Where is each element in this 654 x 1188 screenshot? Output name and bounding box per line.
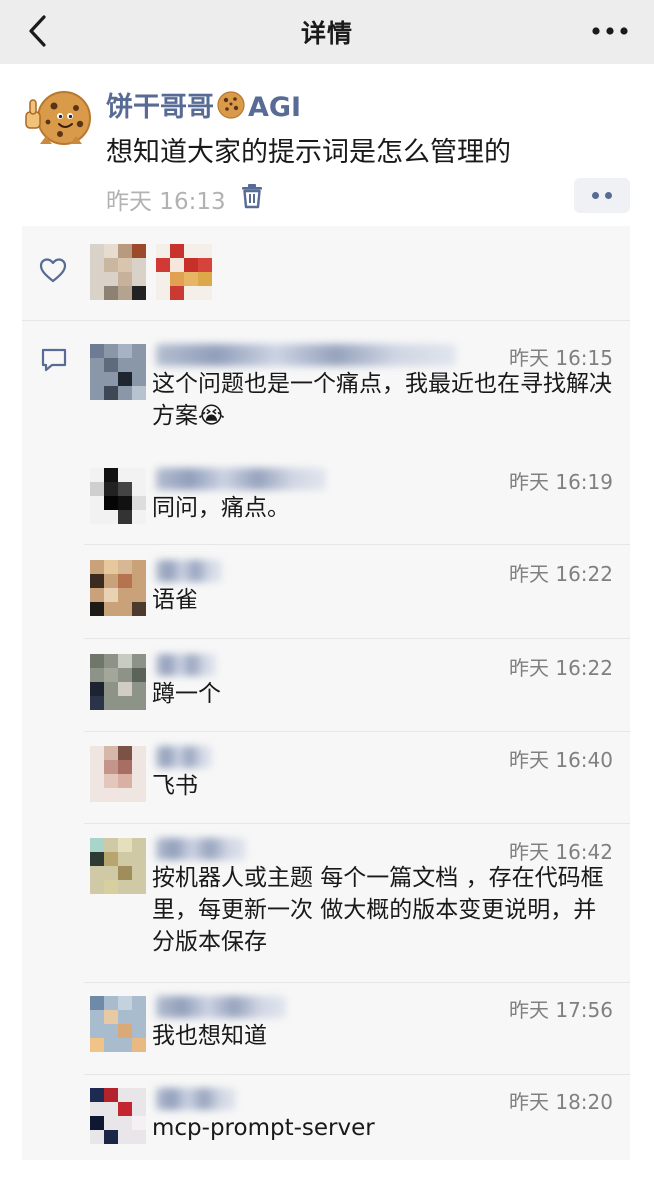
cookie-icon <box>217 91 245 119</box>
commenter-name-blurred <box>156 560 222 582</box>
poster-name[interactable]: 饼干哥哥 AGI <box>106 85 301 124</box>
commenter-avatar[interactable] <box>90 1088 146 1144</box>
liker-avatar[interactable] <box>156 244 212 300</box>
comment-divider <box>84 823 630 824</box>
comment-bubble-icon <box>41 348 67 372</box>
commenter-name-blurred <box>156 344 456 366</box>
comment-timestamp: 昨天 16:42 <box>509 840 613 864</box>
comment-timestamp: 昨天 16:15 <box>509 346 613 370</box>
commenter-avatar[interactable] <box>90 996 146 1052</box>
comment-item[interactable]: 昨天 16:19 同问，痛点。 <box>84 468 630 528</box>
comment-divider <box>84 638 630 639</box>
comment-text: 蹲一个 <box>152 681 221 707</box>
post-timestamp: 昨天 16:13 <box>106 189 226 215</box>
commenter-avatar[interactable] <box>90 838 146 894</box>
comment-timestamp: 昨天 18:20 <box>509 1090 613 1114</box>
comment-divider <box>84 982 630 983</box>
comment-text: 我也想知道 <box>152 1023 267 1049</box>
comment-item[interactable]: 昨天 16:40 飞书 <box>84 746 630 806</box>
comment-timestamp: 昨天 17:56 <box>509 998 613 1022</box>
comment-item[interactable]: 昨天 18:20 mcp-prompt-server <box>84 1088 630 1148</box>
more-dots-icon <box>592 27 628 35</box>
commenter-avatar[interactable] <box>90 746 146 802</box>
commenter-avatar[interactable] <box>90 468 146 524</box>
poster-name-prefix: 饼干哥哥 <box>106 92 214 123</box>
comment-text: 语雀 <box>152 587 198 613</box>
comment-timestamp: 昨天 16:22 <box>509 656 613 680</box>
commenter-avatar[interactable] <box>90 560 146 616</box>
comment-text: 按机器人或主题 每个一篇文档 ，存在代码框里，每更新一次 做大概的版本变更说明，… <box>152 865 604 955</box>
comment-item[interactable]: 昨天 16:15 这个问题也是一个痛点，我最近也在寻找解决方案😭 <box>84 344 630 454</box>
nav-bar: 详情 <box>0 0 654 64</box>
comment-text: mcp-prompt-server <box>152 1115 375 1141</box>
two-dots-icon-right <box>605 192 612 199</box>
two-dots-icon-left <box>592 192 599 199</box>
comment-text: 飞书 <box>152 773 198 799</box>
comment-timestamp: 昨天 16:22 <box>509 562 613 586</box>
trash-icon <box>242 184 262 209</box>
comment-timestamp: 昨天 16:19 <box>509 470 613 494</box>
commenter-name-blurred <box>156 838 246 860</box>
page-title: 详情 <box>300 19 353 48</box>
comment-item[interactable]: 昨天 16:22 语雀 <box>84 560 630 620</box>
commenter-name-blurred <box>156 468 326 490</box>
comment-item[interactable]: 昨天 16:22 蹲一个 <box>84 654 630 714</box>
commenter-name-blurred <box>156 996 286 1018</box>
comment-text: 同问，痛点。 <box>152 495 290 521</box>
commenter-name-blurred <box>156 654 216 676</box>
post-text: 想知道大家的提示词是怎么管理的 <box>106 137 511 168</box>
liker-avatar[interactable] <box>90 244 146 300</box>
commenter-avatar[interactable] <box>90 654 146 710</box>
bottom-input-area <box>0 1160 654 1188</box>
comment-timestamp: 昨天 16:40 <box>509 748 613 772</box>
comment-like-action-button[interactable] <box>574 178 630 213</box>
author-avatar[interactable] <box>20 84 92 156</box>
commenter-avatar[interactable] <box>90 344 146 400</box>
comment-divider <box>84 1074 630 1075</box>
comment-text: 这个问题也是一个痛点，我最近也在寻找解决方案😭 <box>152 371 612 429</box>
comment-item[interactable]: 昨天 17:56 我也想知道 <box>84 996 630 1056</box>
commenter-name-blurred <box>156 1088 236 1110</box>
poster-name-suffix: AGI <box>248 92 302 123</box>
comment-divider <box>84 731 630 732</box>
comment-divider <box>84 544 630 545</box>
interaction-panel: 昨天 16:15 这个问题也是一个痛点，我最近也在寻找解决方案😭 昨天 16:1… <box>22 226 630 1160</box>
heart-outline-icon <box>39 258 67 283</box>
delete-button[interactable] <box>240 183 264 209</box>
commenter-name-blurred <box>156 746 212 768</box>
likes-divider <box>22 320 630 321</box>
more-button[interactable] <box>590 20 630 42</box>
comment-item[interactable]: 昨天 16:42 按机器人或主题 每个一篇文档 ，存在代码框里，每更新一次 做大… <box>84 838 630 968</box>
